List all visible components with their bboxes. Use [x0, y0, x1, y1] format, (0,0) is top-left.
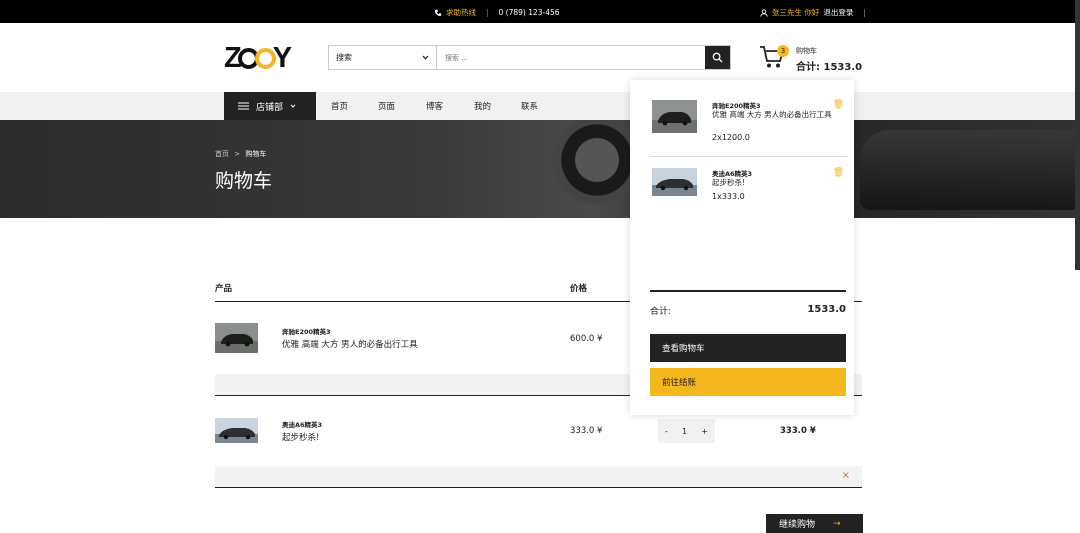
nav-item-home[interactable]: 首页: [331, 100, 378, 112]
menu-icon: [238, 102, 249, 110]
cart-total: 合计: 1533.0: [796, 62, 863, 73]
hotline: 求助热线 | 0 (789) 123-456: [434, 7, 560, 18]
view-cart-button[interactable]: 查看购物车: [650, 334, 846, 362]
nav-item-contact[interactable]: 联系: [521, 100, 538, 112]
store-menu-label: 店铺部: [256, 102, 284, 113]
logo-rings: [237, 48, 276, 69]
product-image[interactable]: [215, 323, 258, 353]
nav-item-mine[interactable]: 我的: [474, 100, 521, 112]
mini-cart-item-name[interactable]: 奥迪A6精英3: [712, 168, 752, 178]
product-price: 333.0 ¥: [570, 426, 603, 436]
remove-item-button[interactable]: ×: [842, 470, 850, 481]
page-banner: 首页 > 购物车 购物车: [0, 120, 1080, 218]
header-cart[interactable]: 3 购物车 合计: 1533.0: [758, 44, 862, 74]
mini-cart-item-description: 起步秒杀!: [712, 178, 746, 187]
column-header-product: 产品: [215, 284, 233, 294]
search-input[interactable]: [437, 46, 705, 69]
trash-icon[interactable]: 🗑: [833, 100, 844, 110]
breadcrumb-separator: >: [234, 150, 241, 158]
product-description: 优雅 高端 大方 男人的必备出行工具: [282, 340, 418, 350]
nav-links: 首页 页面 博客 我的 联系: [331, 92, 538, 120]
mini-cart-total-value: 1533.0: [807, 304, 846, 315]
mini-cart-item-description: 优雅 高端 大方 男人的必备出行工具: [712, 110, 832, 119]
breadcrumb: 首页 > 购物车: [215, 149, 266, 159]
logout-link[interactable]: 退出登录: [823, 7, 853, 18]
product-image[interactable]: [215, 418, 258, 443]
mini-cart-item-name[interactable]: 奔驰E200精英3: [712, 100, 761, 110]
divider: [650, 290, 846, 292]
cart-count-badge: 3: [777, 45, 789, 57]
product-description: 起步秒杀!: [282, 433, 320, 443]
product-price: 600.0 ¥: [570, 334, 603, 344]
hotline-label: 求助热线: [446, 8, 476, 17]
search-category-label: 搜索: [336, 53, 352, 62]
quantity-increase-button[interactable]: +: [701, 427, 708, 436]
search-icon: [712, 52, 723, 63]
quantity-value[interactable]: 1: [682, 427, 687, 436]
breadcrumb-current: 购物车: [245, 150, 267, 158]
divider: |: [863, 8, 866, 17]
arrow-right-icon: →: [833, 518, 841, 529]
cart-label: 购物车: [796, 47, 817, 55]
logo-letter: Y: [272, 42, 292, 74]
mini-cart-total: 合计: 1533.0: [650, 304, 846, 317]
hotline-number: 0 (789) 123-456: [498, 8, 560, 17]
top-bar: 求助热线 | 0 (789) 123-456 张三先生 你好 退出登录 |: [0, 0, 1080, 23]
row-divider-strip: ×: [215, 466, 862, 488]
product-name[interactable]: 奥迪A6精英3: [282, 419, 322, 429]
continue-shopping-label: 继续购物: [779, 520, 816, 530]
banner-car-image: [860, 130, 1080, 210]
search-button[interactable]: [705, 46, 730, 69]
user-icon: [760, 8, 768, 17]
quantity-decrease-button[interactable]: -: [665, 427, 668, 436]
site-logo[interactable]: Z Y: [224, 42, 292, 75]
continue-shopping-button[interactable]: 继续购物 →: [766, 514, 863, 533]
phone-icon: [434, 9, 442, 16]
mini-cart-item-quantity: 1x333.0: [712, 192, 745, 201]
trash-icon[interactable]: 🗑: [833, 168, 844, 178]
product-image[interactable]: [652, 168, 697, 196]
mini-cart-item: 奔驰E200精英3 优雅 高端 大方 男人的必备出行工具 2x1200.0 🗑: [652, 100, 847, 150]
column-header-price: 价格: [570, 284, 588, 294]
product-image[interactable]: [652, 100, 697, 133]
scrollbar[interactable]: [1075, 0, 1080, 270]
mini-cart-item-quantity: 2x1200.0: [712, 133, 750, 142]
divider: |: [486, 8, 489, 17]
mini-cart-item: 奥迪A6精英3 起步秒杀! 1x333.0 🗑: [652, 168, 847, 208]
nav-item-pages[interactable]: 页面: [378, 100, 426, 112]
chevron-down-icon: [290, 104, 296, 108]
chevron-down-icon: [422, 55, 429, 60]
checkout-button[interactable]: 前往结账: [650, 368, 846, 396]
search-category-select[interactable]: 搜索: [329, 46, 437, 69]
quantity-stepper: - 1 +: [658, 419, 715, 443]
store-menu-button[interactable]: 店铺部: [224, 92, 316, 120]
mini-cart-dropdown: 奔驰E200精英3 优雅 高端 大方 男人的必备出行工具 2x1200.0 🗑 …: [630, 80, 854, 415]
nav-item-blog[interactable]: 博客: [426, 100, 474, 112]
product-name[interactable]: 奔驰E200精英3: [282, 326, 331, 336]
main-nav: 店铺部 首页 页面 博客 我的 联系: [0, 92, 1080, 120]
search-bar: 搜索: [328, 45, 731, 70]
mini-cart-total-label: 合计:: [650, 307, 672, 317]
breadcrumb-home[interactable]: 首页: [215, 150, 229, 158]
product-subtotal: 333.0 ¥: [780, 426, 816, 436]
user-greeting[interactable]: 张三先生 你好: [772, 7, 819, 18]
page-title: 购物车: [215, 170, 273, 192]
user-area: 张三先生 你好 退出登录 |: [760, 7, 872, 18]
divider: [650, 156, 847, 157]
